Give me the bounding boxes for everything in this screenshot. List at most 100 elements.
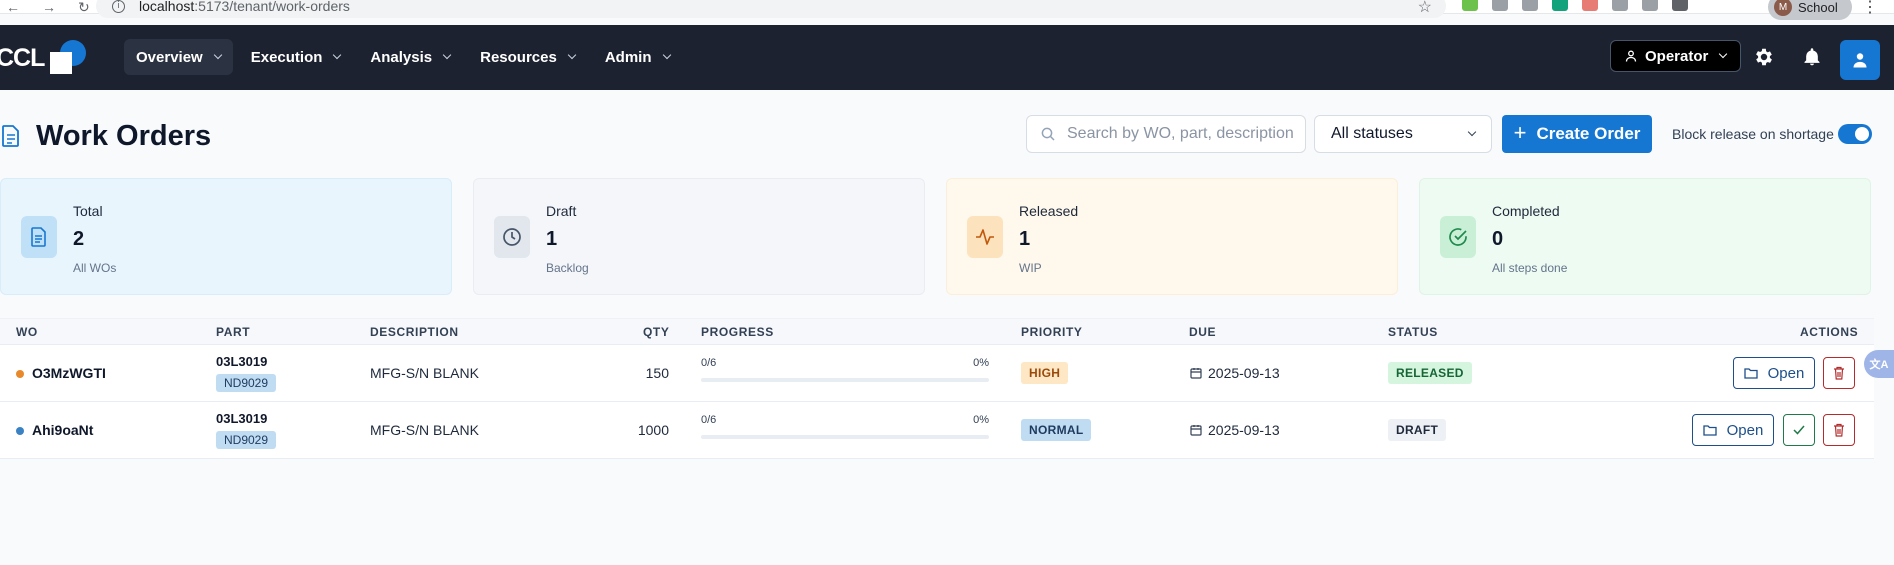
bookmark-star-icon[interactable]: ☆ [1418, 0, 1432, 17]
extension-icon[interactable] [1582, 0, 1598, 11]
progress-percent: 0% [973, 414, 989, 426]
user-menu-button[interactable] [1840, 40, 1880, 80]
table-row[interactable]: O3MzWGTI 03L3019 ND9029 MFG-S/N BLANK 15… [0, 345, 1874, 402]
progress-steps: 0/6 [701, 414, 717, 426]
table-header: WO PART DESCRIPTION QTY PROGRESS PRIORIT… [0, 319, 1874, 345]
chevron-down-icon [442, 50, 452, 60]
part-tag: ND9029 [216, 374, 277, 392]
camera-extension-icon[interactable] [1492, 0, 1508, 11]
stat-label: Released [1019, 203, 1079, 219]
puzzle-icon[interactable] [1642, 0, 1658, 11]
due-date-value: 2025-09-13 [1208, 422, 1280, 438]
open-button[interactable]: Open [1733, 357, 1815, 389]
progress-steps: 0/6 [701, 357, 717, 369]
calendar-icon [1190, 425, 1202, 436]
part-number: 03L3019 [216, 411, 268, 426]
column-header-priority[interactable]: PRIORITY [1021, 325, 1082, 339]
description: MFG-S/N BLANK [370, 422, 479, 438]
download-icon[interactable] [1672, 0, 1688, 11]
gear-icon[interactable] [1752, 45, 1776, 69]
trash-icon [1834, 423, 1844, 437]
stat-subtitle: All steps done [1492, 261, 1568, 275]
forward-icon[interactable]: → [42, 0, 56, 14]
nav-execution[interactable]: Execution [239, 39, 353, 75]
role-selector[interactable]: Operator [1610, 40, 1742, 72]
logo-text: CCL [0, 43, 45, 72]
reload-icon[interactable]: ↻ [78, 0, 90, 14]
delete-button[interactable] [1823, 414, 1855, 446]
create-order-label: Create Order [1536, 124, 1641, 143]
column-header-qty[interactable]: QTY [643, 325, 669, 339]
logo[interactable]: CCL [0, 38, 87, 78]
chevron-down-icon [213, 50, 222, 60]
stat-label: Completed [1492, 203, 1560, 219]
column-header-due[interactable]: DUE [1189, 325, 1216, 339]
page-title: Work Orders [36, 120, 212, 152]
extension-icon[interactable] [1462, 0, 1478, 11]
status-filter-select[interactable]: All statuses [1314, 115, 1492, 153]
priority-badge: NORMAL [1021, 419, 1092, 441]
column-header-progress[interactable]: PROGRESS [701, 325, 774, 339]
stat-subtitle: All WOs [73, 261, 117, 275]
nav-overview[interactable]: Overview [124, 39, 233, 75]
app-header: CCL Overview Execution Analysis Resource… [0, 25, 1894, 90]
check-icon [1793, 425, 1805, 435]
check-circle-icon [1440, 216, 1476, 258]
person-icon [1625, 50, 1637, 62]
due-date-value: 2025-09-13 [1208, 365, 1280, 381]
status-badge: DRAFT [1388, 419, 1447, 441]
bell-icon[interactable] [1800, 45, 1824, 69]
open-label: Open [1726, 421, 1764, 439]
open-button[interactable]: Open [1692, 414, 1774, 446]
column-header-part[interactable]: PART [216, 325, 250, 339]
chevron-down-icon [662, 50, 671, 60]
nav-label: Analysis [370, 48, 433, 66]
complete-button[interactable] [1783, 414, 1815, 446]
table-row[interactable]: Ahi9oaNt 03L3019 ND9029 MFG-S/N BLANK 10… [0, 402, 1874, 459]
chevron-down-icon [333, 50, 342, 60]
chevron-down-icon [1467, 127, 1477, 137]
delete-button[interactable] [1823, 357, 1855, 389]
search-input[interactable] [1067, 125, 1297, 143]
nav-analysis[interactable]: Analysis [358, 39, 462, 75]
stat-value: 1 [1019, 228, 1031, 250]
stat-subtitle: Backlog [546, 261, 589, 275]
site-info-icon[interactable]: i [112, 0, 125, 13]
column-header-status[interactable]: STATUS [1388, 325, 1438, 339]
back-icon[interactable]: ← [6, 0, 20, 14]
progress-percent: 0% [973, 357, 989, 369]
url-host: localhost [139, 0, 195, 14]
profile-chip[interactable]: M School [1768, 0, 1852, 20]
role-label: Operator [1645, 47, 1709, 65]
work-orders-table: WO PART DESCRIPTION QTY PROGRESS PRIORIT… [0, 318, 1874, 459]
trash-icon [1834, 366, 1844, 380]
translate-icon[interactable]: 文A [1864, 350, 1894, 378]
chevron-down-icon [567, 50, 577, 60]
stat-card-completed: Completed 0 All steps done [1419, 178, 1871, 295]
browser-menu-icon[interactable]: ⋮ [1862, 0, 1878, 17]
wo-number[interactable]: Ahi9oaNt [32, 422, 93, 438]
search-box[interactable] [1026, 115, 1306, 153]
address-bar[interactable]: i localhost:5173/tenant/work-orders ☆ [96, 0, 1446, 18]
nav-label: Overview [136, 48, 203, 66]
progress-bar [701, 435, 989, 439]
block-release-toggle[interactable] [1838, 124, 1872, 144]
extension-icon[interactable] [1522, 0, 1538, 11]
extension-icon[interactable] [1552, 0, 1568, 11]
stat-value: 1 [546, 228, 558, 250]
stat-subtitle: WIP [1019, 261, 1042, 275]
extension-icon[interactable] [1612, 0, 1628, 11]
column-header-wo[interactable]: WO [16, 325, 38, 339]
create-order-button[interactable]: + Create Order [1502, 115, 1652, 153]
stat-value: 0 [1492, 228, 1504, 250]
wo-number[interactable]: O3MzWGTI [32, 365, 106, 381]
nav-label: Execution [250, 48, 323, 66]
chevron-down-icon [1719, 49, 1728, 59]
column-header-description[interactable]: DESCRIPTION [370, 325, 459, 339]
stat-card-released: Released 1 WIP [946, 178, 1398, 295]
status-dot [16, 427, 24, 435]
nav-admin[interactable]: Admin [593, 39, 682, 75]
url-path: :5173/tenant/work-orders [194, 0, 350, 14]
search-icon [1041, 127, 1055, 141]
nav-resources[interactable]: Resources [468, 39, 587, 75]
